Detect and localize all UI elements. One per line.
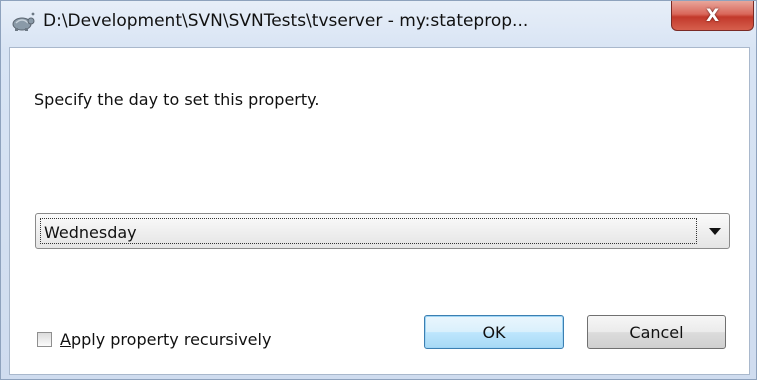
mnemonic-letter: A — [60, 329, 71, 349]
cancel-button[interactable]: Cancel — [587, 315, 726, 349]
property-dialog-window: D:\Development\SVN\SVNTests\tvserver - m… — [0, 0, 757, 380]
dropdown-arrow-icon[interactable] — [709, 228, 721, 235]
window-title: D:\Development\SVN\SVNTests\tvserver - m… — [43, 11, 529, 31]
focus-rectangle — [40, 218, 697, 244]
close-button[interactable]: X — [671, 1, 754, 31]
prompt-text: Specify the day to set this property. — [34, 90, 320, 109]
title-bar[interactable]: D:\Development\SVN\SVNTests\tvserver - m… — [1, 1, 756, 47]
day-select[interactable]: Wednesday — [35, 213, 730, 249]
recursive-option[interactable]: Apply property recursively — [37, 329, 271, 349]
close-icon: X — [705, 5, 720, 26]
recursive-checkbox-label[interactable]: Apply property recursively — [60, 330, 271, 349]
dialog-body: Specify the day to set this property. We… — [9, 47, 750, 375]
tortoise-icon — [10, 11, 36, 33]
day-select-value: Wednesday — [44, 223, 137, 242]
recursive-checkbox[interactable] — [37, 331, 52, 347]
label-rest: pply property recursively — [70, 329, 272, 349]
ok-button[interactable]: OK — [424, 315, 564, 349]
